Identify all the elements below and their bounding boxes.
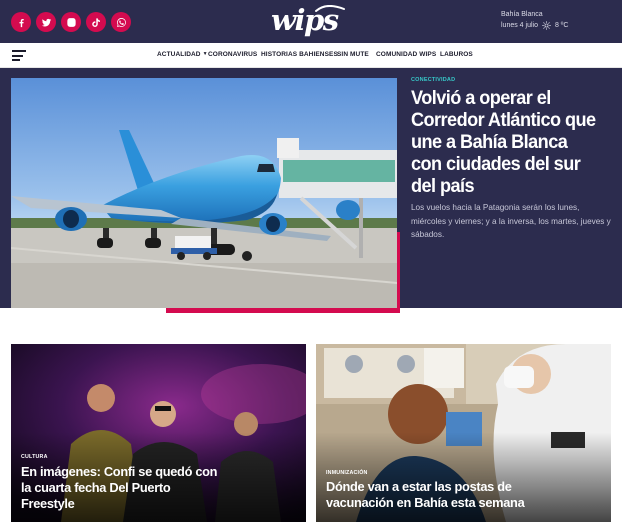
- instagram-icon[interactable]: [61, 12, 81, 32]
- hero-title[interactable]: Volvió a operar el Corredor Atlántico qu…: [411, 87, 602, 197]
- nav-item-laburos[interactable]: LABUROS: [440, 51, 473, 58]
- weather-temp: 8 ºC: [554, 22, 569, 29]
- weather-widget: Bahía Blanca lunes 4 julio 8 ºC: [501, 9, 568, 31]
- tiktok-icon[interactable]: [86, 12, 106, 32]
- chevron-down-icon: ▼: [202, 51, 208, 57]
- card-title[interactable]: En imágenes: Confi se quedó con la cuart…: [21, 464, 221, 512]
- weather-city: Bahía Blanca: [501, 11, 543, 18]
- weather-date: lunes 4 julio: [501, 22, 538, 29]
- sun-icon: [542, 21, 551, 30]
- twitter-icon[interactable]: [36, 12, 56, 32]
- nav-item-actualidad[interactable]: ACTUALIDAD ▼: [157, 51, 208, 58]
- nav-item-historias-bahienses[interactable]: HISTORIAS BAHIENSES: [261, 51, 338, 58]
- nav-item-sin-mute[interactable]: SIN MUTE: [337, 51, 369, 58]
- hero-summary: Los vuelos hacia la Patagonia serán los …: [411, 203, 611, 239]
- article-card-inmunizacion[interactable]: INMUNIZACIÓN Dónde van a estar las posta…: [316, 344, 611, 522]
- card-tag[interactable]: CULTURA: [21, 454, 48, 460]
- card-tag[interactable]: INMUNIZACIÓN: [326, 470, 368, 476]
- whatsapp-icon[interactable]: [111, 12, 131, 32]
- main-nav: ACTUALIDAD ▼ CORONAVIRUS HISTORIAS BAHIEN…: [0, 43, 622, 68]
- article-card-cultura[interactable]: CULTURA En imágenes: Confi se quedó con …: [11, 344, 306, 522]
- logo-swoosh: [315, 5, 345, 12]
- hamburger-icon[interactable]: [12, 50, 26, 61]
- hero-image[interactable]: [11, 78, 397, 308]
- nav-item-coronavirus[interactable]: CORONAVIRUS: [208, 51, 257, 58]
- site-logo[interactable]: wips: [271, 4, 351, 36]
- hero-tag[interactable]: CONECTIVIDAD: [411, 77, 455, 83]
- facebook-icon[interactable]: [11, 12, 31, 32]
- card-title[interactable]: Dónde van a estar las postas de vacunaci…: [326, 479, 536, 511]
- top-bar: wips Bahía Blanca lunes 4 julio 8 ºC: [0, 0, 622, 43]
- nav-item-comunidad-wips[interactable]: COMUNIDAD WIPS: [376, 51, 436, 58]
